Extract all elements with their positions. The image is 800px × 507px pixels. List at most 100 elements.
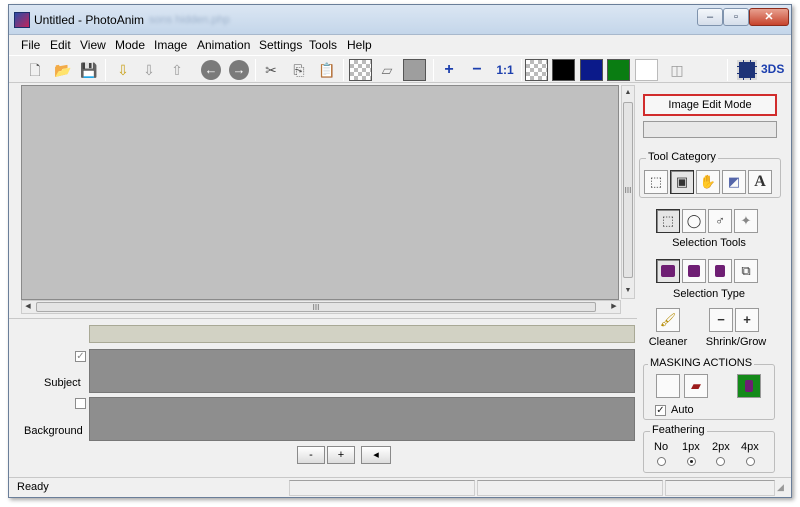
mask-green-icon[interactable] — [737, 374, 761, 398]
gray-fill-icon[interactable] — [403, 59, 426, 81]
selection-subtract-icon[interactable] — [708, 259, 732, 283]
menu-view[interactable]: View — [80, 38, 106, 52]
timeline-plus-button[interactable]: + — [327, 446, 355, 464]
image-edit-mode-button[interactable]: Image Edit Mode — [643, 94, 777, 116]
magic-wand-icon[interactable]: ✦ — [734, 209, 758, 233]
scroll-left-arrow-icon[interactable]: ◀ — [22, 301, 34, 313]
vertical-scroll-thumb[interactable]: III — [623, 102, 633, 278]
title-bar[interactable]: Untitled - PhotoAnim sons hidden.php – ▫… — [9, 5, 791, 35]
menu-settings[interactable]: Settings — [259, 38, 302, 52]
toolbar: 🗋 📂 💾 ⇩ ⇩ ⇧ ← → ✂ ⎘ 📋 ▱ + − 1:1 ◫ 3DS — [9, 55, 791, 83]
feathering-group: Feathering No 1px 2px 4px — [643, 424, 775, 473]
rectangle-select-icon[interactable]: ⬚ — [644, 170, 668, 194]
minimize-button[interactable]: – — [697, 8, 723, 26]
swatch-navy[interactable] — [580, 59, 603, 81]
zoom-out-button[interactable]: − — [465, 58, 489, 82]
flip-plane-icon[interactable]: ▱ — [375, 58, 399, 82]
horizontal-scroll-thumb[interactable]: III — [36, 302, 596, 312]
hand-pointer-icon[interactable]: ✋ — [696, 170, 720, 194]
swatch-transparent[interactable] — [525, 59, 548, 81]
feathering-radio-4px[interactable] — [746, 457, 755, 466]
app-window: Untitled - PhotoAnim sons hidden.php – ▫… — [8, 4, 792, 498]
grow-button[interactable]: + — [735, 308, 759, 332]
feathering-option-4px: 4px — [741, 441, 759, 453]
menu-image[interactable]: Image — [154, 38, 187, 52]
redo-arrow-icon[interactable]: → — [229, 60, 249, 80]
menu-help[interactable]: Help — [347, 38, 372, 52]
menu-file[interactable]: File — [21, 38, 40, 52]
menu-edit[interactable]: Edit — [50, 38, 71, 52]
timeline-header[interactable] — [89, 325, 635, 343]
ellipse-select-tool-icon[interactable]: ◯ — [682, 209, 706, 233]
paste-icon[interactable]: 📋 — [315, 58, 339, 82]
transparent-layer-icon[interactable] — [349, 59, 372, 81]
shrink-grow-caption: Shrink/Grow — [705, 336, 767, 348]
scroll-right-arrow-icon[interactable]: ▶ — [608, 301, 620, 313]
subject-checkbox[interactable]: ✓ — [75, 351, 86, 362]
background-track[interactable] — [89, 397, 635, 441]
background-checkbox[interactable] — [75, 398, 86, 409]
feathering-option-2px: 2px — [712, 441, 730, 453]
masking-actions-group: MASKING ACTIONS ▰ ✓ Auto — [643, 357, 775, 420]
shrink-button[interactable]: − — [709, 308, 733, 332]
feathering-radio-1px[interactable] — [687, 457, 696, 466]
menu-mode[interactable]: Mode — [115, 38, 145, 52]
swatch-black[interactable] — [552, 59, 575, 81]
canvas-vertical-scrollbar[interactable]: ▲ III ▼ — [621, 85, 635, 299]
undo-arrow-icon[interactable]: ← — [201, 60, 221, 80]
maximize-button[interactable]: ▫ — [723, 8, 749, 26]
image-canvas[interactable] — [21, 85, 619, 300]
auto-checkbox[interactable]: ✓ — [655, 405, 666, 416]
import-frame-icon[interactable]: ⇩ — [111, 58, 135, 82]
image-frame-icon[interactable]: ▣ — [670, 170, 694, 194]
scroll-down-arrow-icon[interactable]: ▼ — [622, 284, 634, 298]
feathering-option-no: No — [654, 441, 669, 453]
copy-icon[interactable]: ⎘ — [287, 58, 311, 82]
menu-tools[interactable]: Tools — [309, 38, 337, 52]
cut-icon[interactable]: ✂ — [259, 58, 283, 82]
swatch-green[interactable] — [607, 59, 630, 81]
mask-transparent-icon[interactable] — [656, 374, 680, 398]
selection-intersect-icon[interactable]: ⧉ — [734, 259, 758, 283]
mask-apply-icon[interactable]: ▰ — [684, 374, 708, 398]
status-bar: Ready ◢ — [9, 477, 791, 497]
text-tool-icon[interactable]: A — [748, 170, 772, 194]
canvas-horizontal-scrollbar[interactable]: ◀ III ▶ — [21, 300, 621, 314]
toolbar-separator — [727, 59, 728, 81]
cleaner-brush-icon[interactable]: 🖌 — [656, 308, 680, 332]
selection-add-icon[interactable] — [682, 259, 706, 283]
new-file-icon[interactable]: 🗋 — [23, 58, 47, 82]
scroll-up-arrow-icon[interactable]: ▲ — [622, 86, 634, 100]
close-button[interactable]: ✕ — [749, 8, 789, 26]
tool-category-group: Tool Category ⬚ ▣ ✋ ◩ A — [639, 151, 781, 198]
panel-divider — [9, 318, 637, 319]
subject-track[interactable] — [89, 349, 635, 393]
rect-select-tool-icon[interactable]: ⬚ — [656, 209, 680, 233]
feathering-title: Feathering — [650, 424, 707, 436]
selection-new-icon[interactable] — [656, 259, 680, 283]
feathering-radio-no[interactable] — [657, 457, 666, 466]
toolbar-separator — [433, 59, 434, 81]
lasso-tool-icon[interactable]: ♂ — [708, 209, 732, 233]
status-text: Ready — [17, 481, 49, 493]
frame-up-icon[interactable]: ⇧ — [165, 58, 189, 82]
toolbar-separator — [521, 59, 522, 81]
timeline-prev-button[interactable]: ◂ — [361, 446, 391, 464]
feathering-option-1px: 1px — [682, 441, 700, 453]
actual-size-button[interactable]: 1:1 — [493, 58, 517, 82]
resize-grip-icon[interactable]: ◢ — [777, 482, 784, 493]
frame-down-icon[interactable]: ⇩ — [137, 58, 161, 82]
background-window-title: sons hidden.php — [149, 14, 230, 26]
film-strip-icon[interactable] — [737, 60, 757, 80]
eraser-tool-icon[interactable]: ◩ — [722, 170, 746, 194]
globe-grid-icon[interactable]: ◫ — [665, 58, 689, 82]
open-folder-icon[interactable]: 📂 — [51, 58, 75, 82]
menu-animation[interactable]: Animation — [197, 38, 250, 52]
auto-label: Auto — [671, 404, 694, 416]
save-disk-icon[interactable]: 💾 — [77, 58, 101, 82]
swatch-white[interactable] — [635, 59, 658, 81]
zoom-in-button[interactable]: + — [437, 58, 461, 82]
timeline-minus-button[interactable]: - — [297, 446, 325, 464]
feathering-radio-2px[interactable] — [716, 457, 725, 466]
brand-3ds-label[interactable]: 3DS — [761, 62, 784, 76]
